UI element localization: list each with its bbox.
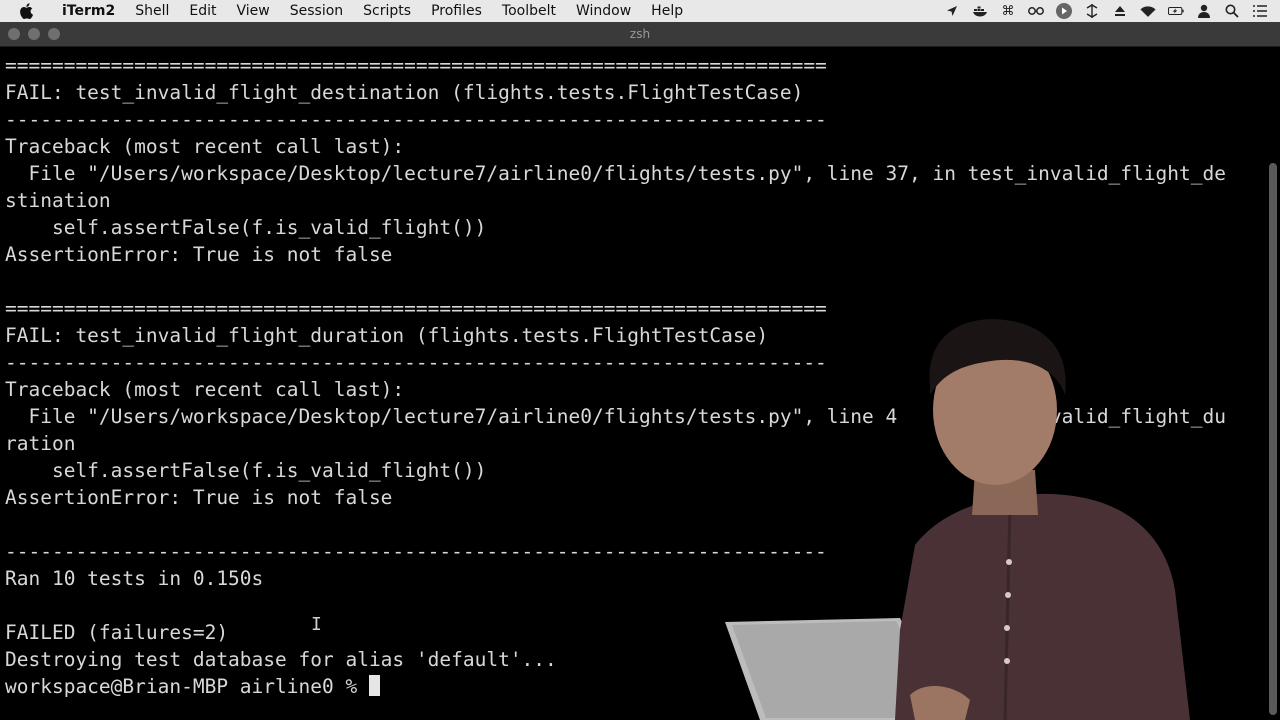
terminal-line: ration <box>5 432 76 455</box>
play-icon[interactable] <box>1056 3 1072 19</box>
docker-icon[interactable] <box>972 3 988 19</box>
terminal-line: Traceback (most recent call last): <box>5 135 405 158</box>
status-area: ⌘ <box>938 0 1274 22</box>
terminal-line: ----------------------------------------… <box>5 351 827 374</box>
eject-icon[interactable] <box>1112 3 1128 19</box>
glasses-icon[interactable] <box>1028 3 1044 19</box>
search-icon[interactable] <box>1224 3 1240 19</box>
shell-prompt: workspace@Brian-MBP airline0 % <box>5 675 369 698</box>
terminal-line: FAILED (failures=2) <box>5 621 229 644</box>
terminal-line: ----------------------------------------… <box>5 540 827 563</box>
terminal-line: ----------------------------------------… <box>5 108 827 131</box>
terminal-line: FAIL: test_invalid_flight_destination (f… <box>5 81 804 104</box>
menu-view[interactable]: View <box>227 0 280 22</box>
menu-shell[interactable]: Shell <box>125 0 179 22</box>
terminal-line: self.assertFalse(f.is_valid_flight()) <box>5 459 487 482</box>
command-icon[interactable]: ⌘ <box>1000 3 1016 19</box>
terminal-line: ========================================… <box>5 297 827 320</box>
list-icon[interactable] <box>1252 3 1268 19</box>
text-cursor <box>368 675 380 696</box>
terminal-line: self.assertFalse(f.is_valid_flight()) <box>5 216 487 239</box>
network-icon[interactable] <box>1084 3 1100 19</box>
battery-icon[interactable] <box>1168 3 1184 19</box>
menu-edit[interactable]: Edit <box>179 0 226 22</box>
terminal-lines: ========================================… <box>5 52 1257 700</box>
menu-window[interactable]: Window <box>566 0 641 22</box>
terminal-output[interactable]: ========================================… <box>0 47 1280 720</box>
prompt-line[interactable]: workspace@Brian-MBP airline0 % <box>5 673 1257 700</box>
terminal-line: AssertionError: True is not false <box>5 486 393 509</box>
terminal-line: Ran 10 tests in 0.150s <box>5 567 264 590</box>
window-title: zsh <box>629 27 651 41</box>
menu-toolbelt[interactable]: Toolbelt <box>492 0 566 22</box>
terminal-line: Traceback (most recent call last): <box>5 378 405 401</box>
terminal-line: AssertionError: True is not false <box>5 243 393 266</box>
user-icon[interactable] <box>1196 3 1212 19</box>
terminal-line: File "/Users/workspace/Desktop/lecture7/… <box>5 405 1226 428</box>
terminal-line: File "/Users/workspace/Desktop/lecture7/… <box>5 162 1226 185</box>
terminal-line: stination <box>5 189 111 212</box>
menu-help[interactable]: Help <box>641 0 693 22</box>
menu-app-iterm2[interactable]: iTerm2 <box>52 0 125 22</box>
window-title-bar[interactable]: zsh <box>0 22 1280 47</box>
scrollbar[interactable] <box>1269 163 1277 715</box>
menu-bar: iTerm2 Shell Edit View Session Scripts P… <box>0 0 1280 22</box>
terminal-line: Destroying test database for alias 'defa… <box>5 648 557 671</box>
wifi-icon[interactable] <box>1140 3 1156 19</box>
menu-profiles[interactable]: Profiles <box>421 0 492 22</box>
apple-icon[interactable] <box>18 2 36 20</box>
menu-scripts[interactable]: Scripts <box>353 0 421 22</box>
terminal-line: FAIL: test_invalid_flight_duration (flig… <box>5 324 769 347</box>
ibeam-cursor-icon: I <box>311 614 322 635</box>
location-icon[interactable] <box>944 3 960 19</box>
terminal-line: ========================================… <box>5 54 827 77</box>
menu-session[interactable]: Session <box>280 0 353 22</box>
